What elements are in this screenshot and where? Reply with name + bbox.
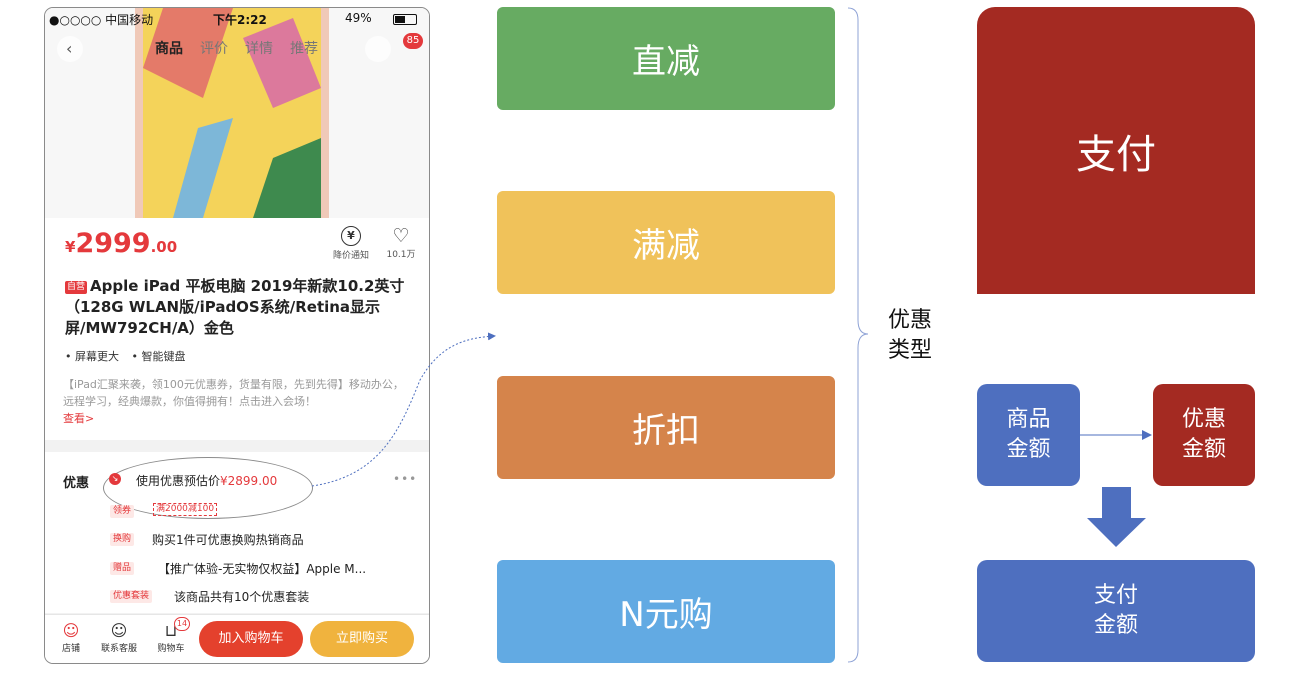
pay-amount-box: 支付 金额 — [977, 560, 1255, 662]
pay-label: 支付 — [1076, 131, 1156, 178]
type-percent-off: 折扣 — [497, 376, 835, 479]
discount-type-caption: 优惠类型 — [888, 308, 933, 363]
pay-amount-line1: 支付 — [1093, 583, 1138, 608]
type-label-0: 直减 — [632, 42, 700, 82]
type-threshold-cut: 满减 — [497, 191, 835, 294]
type-n-yuan-buy: N元购 — [497, 560, 835, 663]
goods-amount-line1: 商品 — [1006, 407, 1051, 432]
type-direct-cut: 直减 — [497, 7, 835, 110]
type-label-2: 折扣 — [632, 411, 700, 451]
type-label-1: 满减 — [632, 226, 700, 266]
down-arrow-icon — [1087, 487, 1146, 547]
pay-amount-line2: 金额 — [1093, 613, 1138, 638]
dashed-connector — [311, 332, 496, 487]
goods-amount-box: 商品 金额 — [977, 384, 1080, 486]
discount-amount-box: 优惠 金额 — [1153, 384, 1255, 486]
pay-block: 支付 — [977, 7, 1255, 294]
brace — [847, 7, 869, 663]
discount-amount-line1: 优惠 — [1181, 407, 1226, 432]
goods-amount-line2: 金额 — [1006, 437, 1051, 462]
type-label-3: N元购 — [619, 595, 713, 635]
discount-amount-line2: 金额 — [1181, 437, 1226, 462]
